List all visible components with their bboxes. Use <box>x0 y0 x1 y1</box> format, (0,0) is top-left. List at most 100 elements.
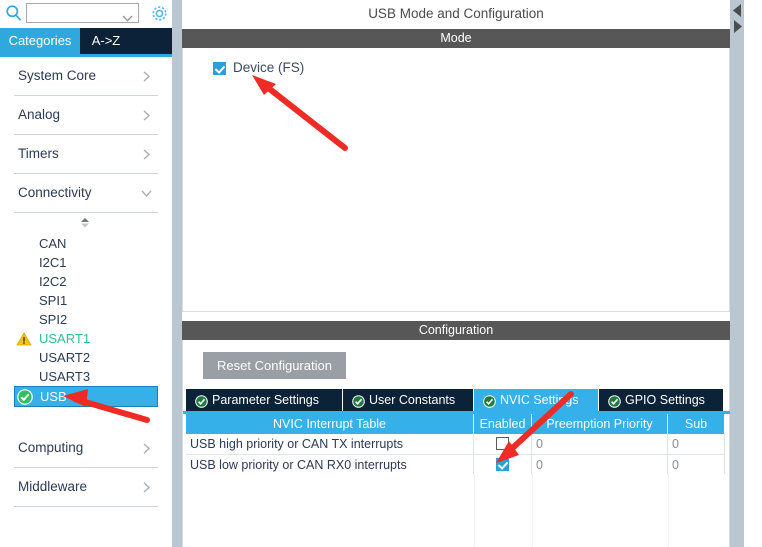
search-combobox[interactable] <box>26 3 139 23</box>
chevron-right-icon <box>141 442 152 454</box>
table-empty-area <box>186 474 725 547</box>
table-row[interactable]: USB high priority or CAN TX interrupts 0… <box>186 434 725 455</box>
peripheral-item-usart3[interactable]: USART3 <box>14 367 158 386</box>
sidebar-item-computing[interactable]: Computing <box>14 429 158 468</box>
sidebar-item-system-core[interactable]: System Core <box>14 57 158 96</box>
sidebar-item-label: Analog <box>18 107 61 122</box>
table-row[interactable]: USB low priority or CAN RX0 interrupts 0… <box>186 455 725 476</box>
search-input[interactable] <box>30 6 118 21</box>
tab-nvic-settings[interactable]: NVIC Settings <box>474 389 599 411</box>
sidebar-item-label: System Core <box>18 68 97 83</box>
enabled-checkbox[interactable] <box>496 437 509 450</box>
component-main-panel: USB Mode and Configuration Mode Device (… <box>182 0 762 547</box>
tab-label: GPIO Settings <box>625 393 705 407</box>
chevron-down-icon <box>141 187 152 198</box>
reset-configuration-button[interactable]: Reset Configuration <box>203 352 346 379</box>
peripheral-label: I2C1 <box>39 255 67 270</box>
peripheral-label: SPI1 <box>39 293 68 308</box>
sidebar-item-label: Middleware <box>18 479 88 494</box>
sidebar-item-label: Connectivity <box>18 185 92 200</box>
chevron-right-icon <box>141 148 152 160</box>
warning-triangle-icon <box>16 331 32 347</box>
tab-label: User Constants <box>369 393 456 407</box>
chevron-right-icon <box>141 109 152 121</box>
configuration-tabstrip: Parameter Settings User Constants NVIC S… <box>186 389 728 411</box>
check-circle-icon <box>352 393 365 408</box>
device-fs-checkbox[interactable] <box>213 62 226 75</box>
nvic-interrupt-table: NVIC Interrupt Table Enabled Preemption … <box>186 414 725 476</box>
check-circle-icon <box>195 393 208 408</box>
enabled-checkbox[interactable] <box>496 458 509 471</box>
peripheral-item-can[interactable]: CAN <box>14 234 158 253</box>
peripheral-label: SPI2 <box>39 312 68 327</box>
cell-sub-priority[interactable]: 0 <box>668 434 725 454</box>
tab-user-constants[interactable]: User Constants <box>343 389 474 411</box>
column-divider <box>668 474 669 547</box>
peripheral-item-usart1[interactable]: USART1 <box>14 329 158 348</box>
sidebar-splitter[interactable] <box>172 0 182 547</box>
sidebar-item-analog[interactable]: Analog <box>14 96 158 135</box>
sidebar-item-label: Timers <box>18 146 59 161</box>
peripheral-item-i2c2[interactable]: I2C2 <box>14 272 158 291</box>
peripheral-list[interactable]: CAN I2C1 I2C2 SPI1 SPI2 USART1 USART2 US… <box>0 213 172 407</box>
cell-enabled[interactable] <box>474 434 532 454</box>
check-circle-icon <box>483 393 496 408</box>
cell-preemption-priority[interactable]: 0 <box>532 455 668 475</box>
sidebar-search-row <box>0 0 172 28</box>
panel-right-blank <box>744 0 762 547</box>
component-sidebar: Categories A->Z System Core Analog Timer… <box>0 0 172 547</box>
panel-collapse-rail <box>730 0 744 547</box>
peripheral-item-usb[interactable]: USB <box>14 386 158 407</box>
peripheral-label: USART2 <box>39 350 91 365</box>
cell-interrupt-name: USB high priority or CAN TX interrupts <box>186 434 474 454</box>
peripheral-item-i2c1[interactable]: I2C1 <box>14 253 158 272</box>
category-list: System Core Analog Timers Connectivity C… <box>0 57 172 547</box>
cell-interrupt-name: USB low priority or CAN RX0 interrupts <box>186 455 474 475</box>
column-divider <box>474 474 475 547</box>
tab-parameter-settings[interactable]: Parameter Settings <box>186 389 343 411</box>
tab-gpio-settings[interactable]: GPIO Settings <box>599 389 724 411</box>
sidebar-tabs: Categories A->Z <box>0 28 172 54</box>
device-fs-label: Device (FS) <box>233 60 305 75</box>
peripheral-item-spi2[interactable]: SPI2 <box>14 310 158 329</box>
peripheral-item-usart2[interactable]: USART2 <box>14 348 158 367</box>
mode-section-header: Mode <box>182 29 730 48</box>
sidebar-item-connectivity[interactable]: Connectivity <box>14 174 158 213</box>
table-header-row: NVIC Interrupt Table Enabled Preemption … <box>186 414 725 451</box>
triangle-left-icon[interactable] <box>732 3 743 19</box>
peripheral-item-spi1[interactable]: SPI1 <box>14 291 158 310</box>
peripheral-label: USART3 <box>39 369 91 384</box>
check-circle-icon <box>608 393 621 408</box>
cell-enabled[interactable] <box>474 455 532 475</box>
peripheral-label: USART1 <box>39 331 91 346</box>
cell-sub-priority[interactable]: 0 <box>668 455 725 475</box>
page-title: USB Mode and Configuration <box>182 0 730 28</box>
sidebar-item-middleware[interactable]: Middleware <box>14 468 158 507</box>
triangle-right-icon[interactable] <box>732 19 743 35</box>
chevron-down-icon[interactable] <box>122 10 133 22</box>
chevron-right-icon <box>141 481 152 493</box>
chevron-right-icon <box>141 70 152 82</box>
column-header-interrupt: NVIC Interrupt Table <box>186 414 474 434</box>
sidebar-item-label: Computing <box>18 440 84 455</box>
tab-label: Parameter Settings <box>212 393 319 407</box>
cell-preemption-priority[interactable]: 0 <box>532 434 668 454</box>
sidebar-item-timers[interactable]: Timers <box>14 135 158 174</box>
peripheral-label: USB <box>40 389 67 404</box>
peripheral-label: I2C2 <box>39 274 67 289</box>
gear-icon[interactable] <box>150 4 169 23</box>
peripheral-label: CAN <box>39 236 67 251</box>
column-header-enabled: Enabled <box>474 414 532 434</box>
column-divider <box>532 474 533 547</box>
check-circle-icon <box>17 389 33 405</box>
mode-panel: Device (FS) <box>182 48 730 312</box>
scroll-up-indicator-icon[interactable] <box>78 217 92 229</box>
tab-a-to-z[interactable]: A->Z <box>80 28 132 54</box>
column-header-preemption-priority: Preemption Priority <box>532 414 668 434</box>
column-header-sub-priority: Sub Priority <box>668 414 725 451</box>
search-icon <box>5 4 23 22</box>
tab-label: NVIC Settings <box>500 393 579 407</box>
tab-categories[interactable]: Categories <box>0 28 80 54</box>
configuration-section-header: Configuration <box>182 321 730 340</box>
configuration-panel: Reset Configuration Parameter Settings U… <box>182 340 731 547</box>
